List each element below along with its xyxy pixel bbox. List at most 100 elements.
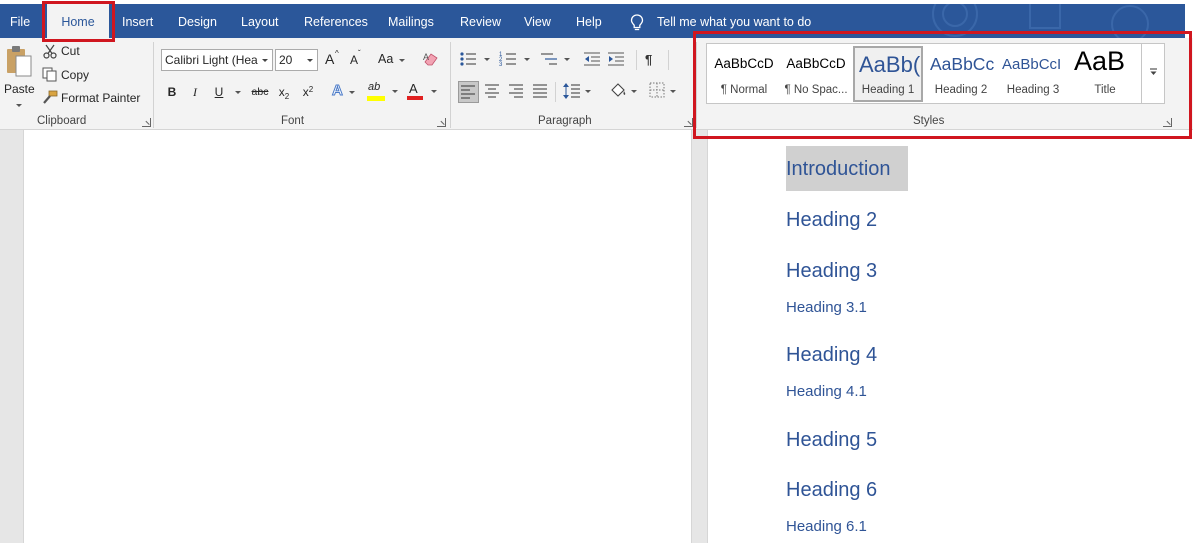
clear-formatting-button[interactable]: A (422, 50, 440, 68)
bullets-button[interactable] (459, 50, 493, 70)
group-separator (696, 42, 697, 128)
multilevel-list-icon (541, 53, 557, 65)
style-normal[interactable]: AaBbCcD ¶ Normal (709, 46, 779, 102)
grow-font-button[interactable]: A ^ (325, 49, 341, 69)
underline-dropdown-icon[interactable] (235, 91, 241, 94)
tab-layout[interactable]: Layout (241, 4, 279, 38)
chevron-down-icon (670, 90, 676, 93)
paste-button[interactable]: Paste (2, 42, 36, 110)
tab-view[interactable]: View (524, 4, 551, 38)
style-title[interactable]: AaB Title (1070, 46, 1140, 102)
heading-introduction[interactable]: Introduction (786, 158, 891, 181)
tab-design[interactable]: Design (178, 4, 217, 38)
text-effects-icon: A (332, 82, 344, 100)
tab-home[interactable]: Home (47, 4, 109, 38)
style-name: ¶ No Spac... (784, 84, 848, 96)
heading-5-text[interactable]: Heading 5 (786, 429, 877, 452)
shrink-font-icon: A (350, 53, 359, 67)
text-effects-button[interactable]: A (330, 82, 355, 102)
heading-6-1-text[interactable]: Heading 6.1 (786, 518, 867, 535)
chevron-down-icon (631, 90, 637, 93)
align-left-icon (461, 85, 475, 99)
multilevel-list-button[interactable] (539, 50, 573, 70)
chevron-down-icon (585, 90, 591, 93)
increase-indent-button[interactable] (607, 51, 625, 69)
paragraph-dialog-launcher-icon[interactable] (684, 118, 693, 127)
divider (555, 82, 556, 102)
document-page-left[interactable] (23, 130, 692, 543)
subscript-button[interactable]: x2 (277, 82, 291, 102)
chevron-down-icon (564, 58, 570, 61)
style-sample: AaBbCcD (786, 56, 846, 71)
shrink-font-button[interactable]: Aˇ (350, 49, 366, 71)
styles-dialog-launcher-icon[interactable] (1163, 118, 1172, 127)
decrease-indent-icon (584, 52, 600, 66)
font-name-value: Calibri Light (Hea (165, 53, 258, 67)
style-heading-2[interactable]: AaBbCc Heading 2 (926, 46, 996, 102)
highlight-button[interactable]: ab (367, 81, 399, 103)
heading-6-text[interactable]: Heading 6 (786, 479, 877, 502)
heading-4-text[interactable]: Heading 4 (786, 344, 877, 367)
chevron-down-icon (262, 59, 268, 62)
style-heading-3[interactable]: AaBbCcI Heading 3 (998, 46, 1068, 102)
heading-3-1-text[interactable]: Heading 3.1 (786, 299, 867, 316)
chevron-down-icon (307, 59, 313, 62)
style-name: Title (1094, 84, 1116, 96)
style-heading-1[interactable]: AaBb( Heading 1 (853, 46, 923, 102)
styles-more-button[interactable] (1141, 43, 1165, 104)
tab-insert[interactable]: Insert (122, 4, 153, 38)
underline-button[interactable]: U (212, 82, 226, 102)
style-sample: AaBbCcD (714, 56, 774, 71)
align-center-icon (485, 84, 499, 98)
font-size-combo[interactable]: 20 (275, 49, 318, 71)
cut-button[interactable]: Cut (42, 43, 102, 61)
strikethrough-button[interactable]: abc (250, 82, 270, 102)
borders-button[interactable] (649, 82, 681, 102)
numbered-list-icon: 1 2 3 (499, 52, 516, 68)
heading-4-1-text[interactable]: Heading 4.1 (786, 383, 867, 400)
svg-text:3: 3 (499, 62, 503, 68)
ribbon-tab-bar: File Home Insert Design Layout Reference… (0, 4, 1185, 38)
more-chevron-icon (1150, 68, 1157, 75)
font-color-swatch (407, 96, 423, 100)
justify-button[interactable] (533, 84, 549, 100)
document-page-right[interactable] (707, 130, 1193, 543)
font-dialog-launcher-icon[interactable] (437, 118, 446, 127)
change-case-button[interactable]: Aa (378, 52, 410, 70)
show-formatting-marks-button[interactable]: ¶ (645, 52, 663, 70)
line-spacing-button[interactable] (563, 82, 595, 102)
tab-review[interactable]: Review (460, 4, 501, 38)
background-pattern-decoration (932, 4, 1149, 38)
divider (636, 50, 637, 70)
tab-file[interactable]: File (10, 4, 30, 38)
chevron-down-icon (431, 90, 437, 93)
tab-help[interactable]: Help (576, 4, 602, 38)
font-group-label: Font (281, 115, 305, 127)
paint-bucket-icon (611, 83, 626, 97)
copy-button[interactable]: Copy (42, 66, 102, 84)
clipboard-dialog-launcher-icon[interactable] (142, 118, 151, 127)
highlight-color-swatch (367, 96, 385, 101)
style-no-spacing[interactable]: AaBbCcD ¶ No Spac... (781, 46, 851, 102)
bold-button[interactable]: B (165, 82, 179, 102)
chevron-down-icon (484, 58, 490, 61)
tell-me-search[interactable]: Tell me what you want to do (630, 4, 811, 38)
superscript-button[interactable]: x2 (301, 82, 315, 102)
tab-references[interactable]: References (304, 4, 368, 38)
numbering-button[interactable]: 1 2 3 (499, 50, 533, 70)
shading-button[interactable] (609, 82, 641, 102)
align-left-button[interactable] (458, 81, 479, 103)
font-color-button[interactable]: A (406, 81, 438, 103)
align-center-button[interactable] (485, 84, 501, 100)
format-painter-button[interactable]: Format Painter (42, 89, 146, 107)
align-right-button[interactable] (509, 84, 525, 100)
chevron-down-icon (392, 90, 398, 93)
tab-mailings[interactable]: Mailings (388, 4, 434, 38)
style-name: Heading 1 (861, 84, 915, 96)
font-name-combo[interactable]: Calibri Light (Hea (161, 49, 273, 71)
italic-button[interactable]: I (188, 82, 202, 102)
decrease-indent-button[interactable] (583, 51, 601, 69)
heading-2-text[interactable]: Heading 2 (786, 209, 877, 232)
heading-3-text[interactable]: Heading 3 (786, 260, 877, 283)
highlight-icon: ab (368, 81, 381, 93)
